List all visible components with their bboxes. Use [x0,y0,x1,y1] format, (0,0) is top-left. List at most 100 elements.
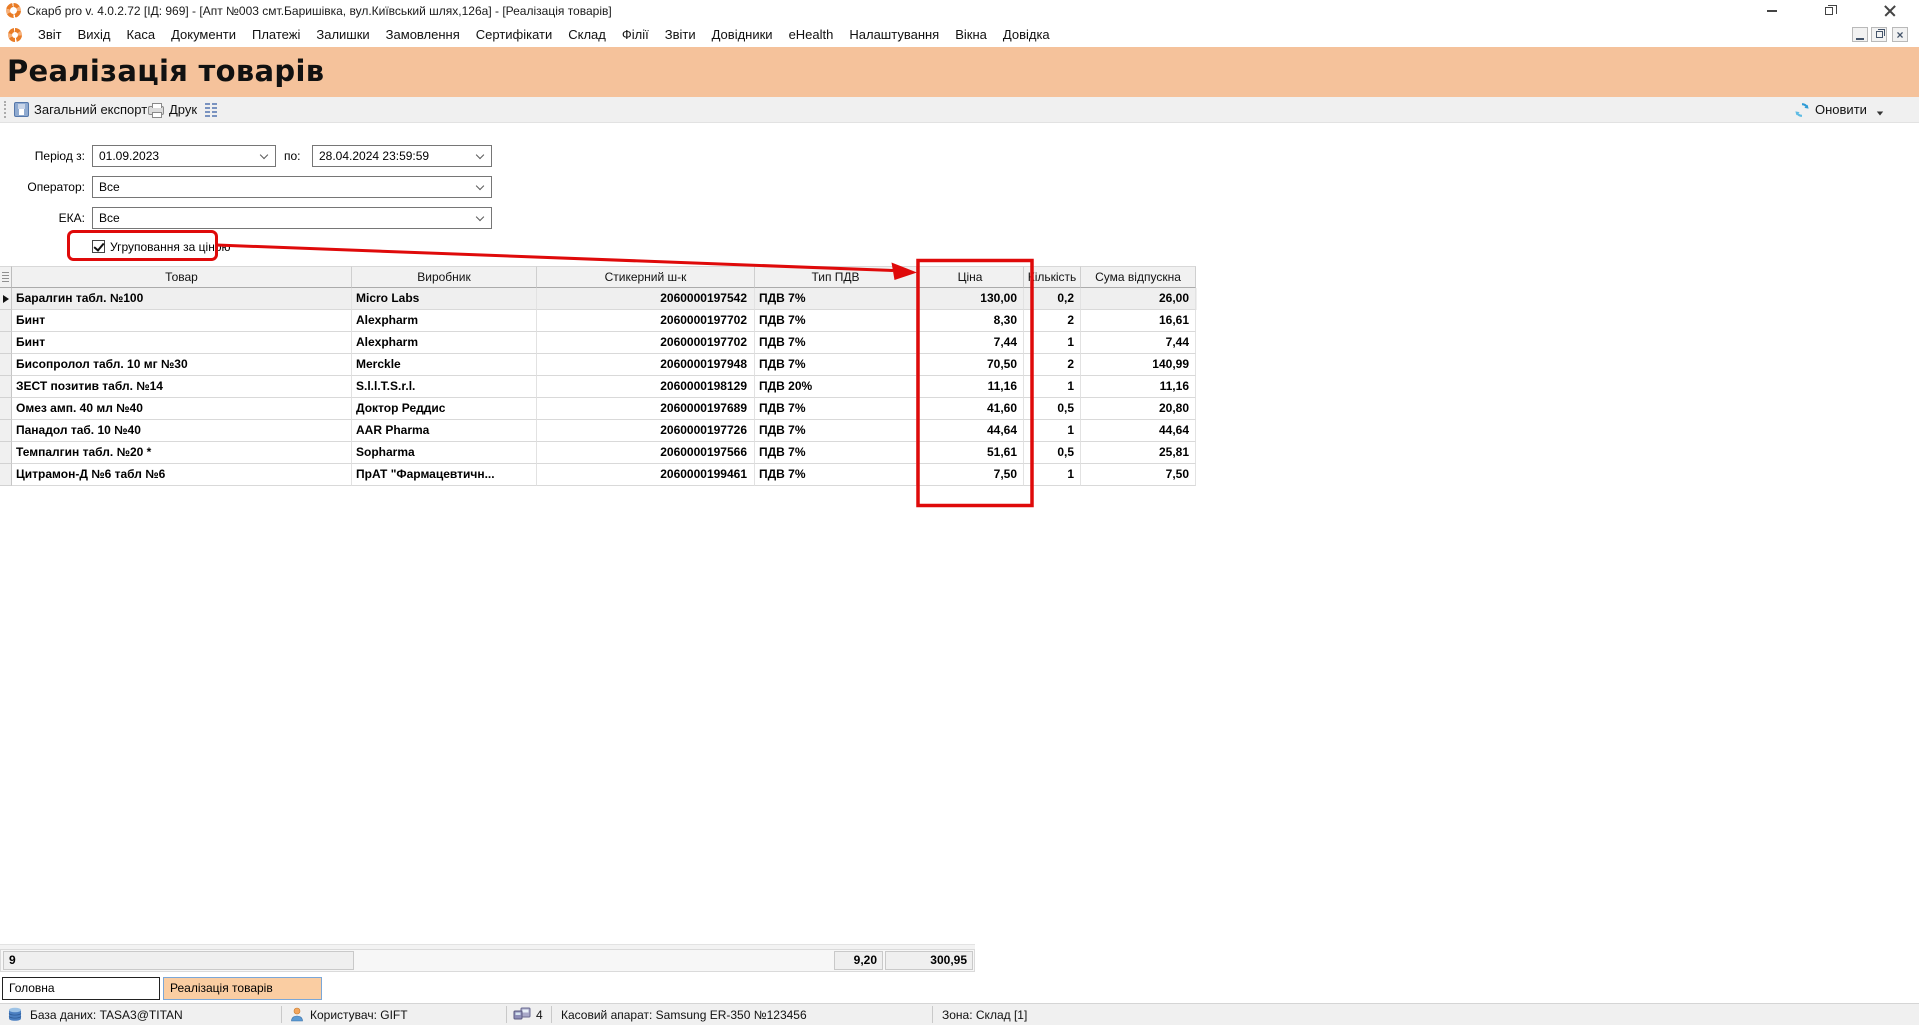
chevron-down-icon[interactable] [476,151,484,159]
cell-product[interactable]: Темпалгин табл. №20 * [12,442,352,464]
cell-product[interactable]: Цитрамон-Д №6 табл №6 [12,464,352,486]
mdi-restore-button[interactable] [1871,27,1887,42]
cell-sum[interactable]: 11,16 [1081,376,1196,398]
menu-item-вихід[interactable]: Вихід [70,27,119,42]
table-row[interactable]: Баралгин табл. №100Micro Labs20600001975… [0,288,1197,310]
table-row[interactable]: ЗЕСТ позитив табл. №14S.l.l.T.S.r.l.2060… [0,376,1197,398]
cell-price[interactable]: 44,64 [917,420,1024,442]
cell-product[interactable]: Бинт [12,332,352,354]
table-row[interactable]: БинтAlexpharm2060000197702ПДВ 7%8,30216,… [0,310,1197,332]
cell-sum[interactable]: 20,80 [1081,398,1196,420]
menu-item-сертифікати[interactable]: Сертифікати [468,27,561,42]
cell-manufacturer[interactable]: Alexpharm [352,310,537,332]
cell-sum[interactable]: 26,00 [1081,288,1196,310]
cell-barcode[interactable]: 2060000197702 [537,332,755,354]
table-row[interactable]: Панадол таб. 10 №40AAR Pharma20600001977… [0,420,1197,442]
grouping-checkbox[interactable] [92,240,105,253]
table-row[interactable]: Бисопролол табл. 10 мг №30Merckle2060000… [0,354,1197,376]
cell-qty[interactable]: 2 [1024,310,1081,332]
table-row[interactable]: БинтAlexpharm2060000197702ПДВ 7%7,4417,4… [0,332,1197,354]
cell-barcode[interactable]: 2060000197566 [537,442,755,464]
print-button[interactable]: Друк [148,97,197,122]
eka-select[interactable]: Все [92,207,492,229]
menu-item-залишки[interactable]: Залишки [308,27,377,42]
tab-main[interactable]: Головна [2,977,160,1000]
cell-manufacturer[interactable]: Доктор Реддис [352,398,537,420]
cell-manufacturer[interactable]: Sopharma [352,442,537,464]
columns-button[interactable] [205,97,217,122]
period-from-select[interactable]: 01.09.2023 [92,145,276,167]
cell-barcode[interactable]: 2060000197948 [537,354,755,376]
cell-product[interactable]: Баралгин табл. №100 [12,288,352,310]
chevron-down-icon[interactable] [476,182,484,190]
chevron-down-icon[interactable] [260,151,268,159]
cell-price[interactable]: 8,30 [917,310,1024,332]
menu-item-звіти[interactable]: Звіти [657,27,704,42]
table-row[interactable]: Омез амп. 40 мл №40Доктор Реддис20600001… [0,398,1197,420]
cell-vat[interactable]: ПДВ 7% [755,420,917,442]
column-header-qty[interactable]: Кількість [1024,266,1081,288]
menu-item-вікна[interactable]: Вікна [947,27,995,42]
cell-vat[interactable]: ПДВ 7% [755,398,917,420]
cell-barcode[interactable]: 2060000197702 [537,310,755,332]
cell-manufacturer[interactable]: Alexpharm [352,332,537,354]
column-header-sum[interactable]: Сума відпускна [1081,266,1196,288]
cell-qty[interactable]: 0,5 [1024,398,1081,420]
cell-vat[interactable]: ПДВ 7% [755,354,917,376]
cell-price[interactable]: 51,61 [917,442,1024,464]
cell-qty[interactable]: 2 [1024,354,1081,376]
table-row[interactable]: Цитрамон-Д №6 табл №6ПрАТ "Фармацевтичн.… [0,464,1197,486]
cell-qty[interactable]: 1 [1024,464,1081,486]
cell-price[interactable]: 7,44 [917,332,1024,354]
menu-item-замовлення[interactable]: Замовлення [378,27,468,42]
cell-manufacturer[interactable]: Merckle [352,354,537,376]
cell-product[interactable]: Панадол таб. 10 №40 [12,420,352,442]
menu-item-документи[interactable]: Документи [163,27,244,42]
cell-barcode[interactable]: 2060000197542 [537,288,755,310]
cell-barcode[interactable]: 2060000197689 [537,398,755,420]
tab-sales-report[interactable]: Реалізація товарів [163,977,322,1000]
menu-item-звіт[interactable]: Звіт [30,27,70,42]
cell-price[interactable]: 7,50 [917,464,1024,486]
restore-button[interactable] [1806,0,1852,22]
cell-qty[interactable]: 1 [1024,376,1081,398]
mdi-minimize-button[interactable] [1852,27,1868,42]
close-button[interactable] [1867,0,1913,22]
cell-qty[interactable]: 1 [1024,420,1081,442]
cell-manufacturer[interactable]: AAR Pharma [352,420,537,442]
cell-sum[interactable]: 25,81 [1081,442,1196,464]
period-to-select[interactable]: 28.04.2024 23:59:59 [312,145,492,167]
menu-item-налаштування[interactable]: Налаштування [841,27,947,42]
menu-item-платежі[interactable]: Платежі [244,27,308,42]
cell-barcode[interactable]: 2060000198129 [537,376,755,398]
cell-manufacturer[interactable]: ПрАТ "Фармацевтичн... [352,464,537,486]
column-header-vat[interactable]: Тип ПДВ [755,266,917,288]
cell-sum[interactable]: 7,44 [1081,332,1196,354]
minimize-button[interactable] [1749,0,1795,22]
mdi-close-button[interactable]: × [1892,27,1908,42]
cell-manufacturer[interactable]: Micro Labs [352,288,537,310]
cell-product[interactable]: Омез амп. 40 мл №40 [12,398,352,420]
cell-product[interactable]: ЗЕСТ позитив табл. №14 [12,376,352,398]
cell-product[interactable]: Бисопролол табл. 10 мг №30 [12,354,352,376]
table-corner-cell[interactable] [0,266,12,288]
chevron-down-icon[interactable] [476,213,484,221]
cell-price[interactable]: 11,16 [917,376,1024,398]
cell-vat[interactable]: ПДВ 7% [755,310,917,332]
column-header-manufacturer[interactable]: Виробник [352,266,537,288]
cell-sum[interactable]: 140,99 [1081,354,1196,376]
cell-vat[interactable]: ПДВ 7% [755,288,917,310]
menu-item-каса[interactable]: Каса [119,27,164,42]
column-header-price[interactable]: Ціна [917,266,1024,288]
menu-item-довідники[interactable]: Довідники [704,27,781,42]
cell-barcode[interactable]: 2060000199461 [537,464,755,486]
cell-barcode[interactable]: 2060000197726 [537,420,755,442]
operator-select[interactable]: Все [92,176,492,198]
cell-price[interactable]: 130,00 [917,288,1024,310]
column-header-product[interactable]: Товар [12,266,352,288]
toolbar-grip[interactable] [4,101,7,118]
cell-manufacturer[interactable]: S.l.l.T.S.r.l. [352,376,537,398]
grouping-checkbox-label[interactable]: Угруповання за ціною [110,240,231,254]
menu-item-ehealth[interactable]: eHealth [781,27,842,42]
cell-sum[interactable]: 44,64 [1081,420,1196,442]
